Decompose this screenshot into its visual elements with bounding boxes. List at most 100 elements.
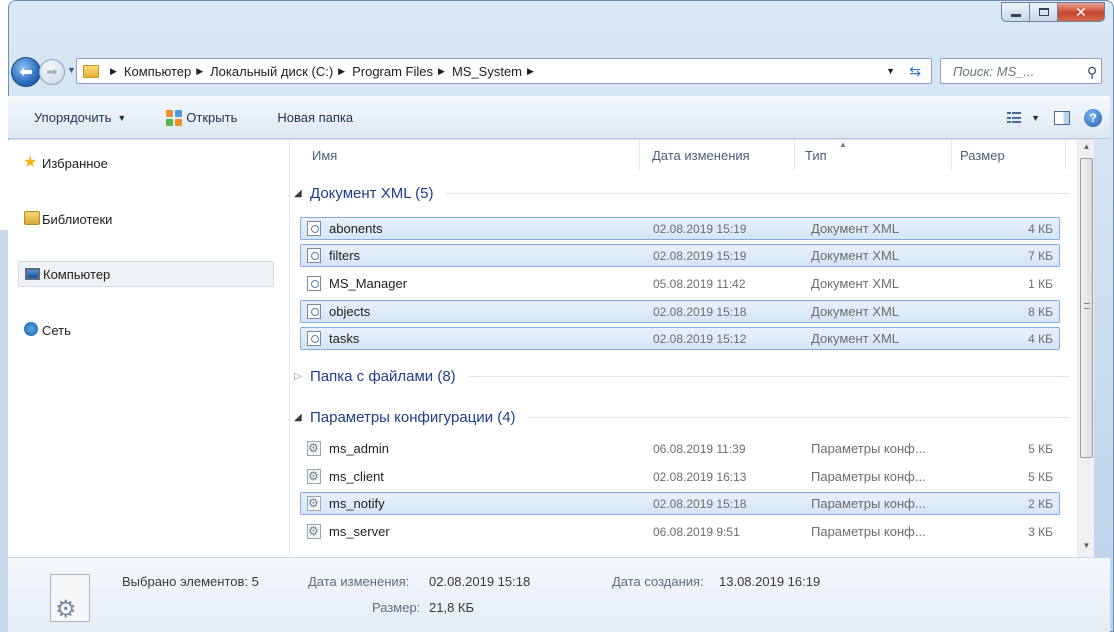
breadcrumb-local-disk[interactable]: Локальный диск (C:) [210, 64, 333, 79]
file-name: ms_client [329, 469, 384, 484]
view-details-icon [1007, 112, 1023, 124]
breadcrumb-ms-system[interactable]: MS_System [452, 64, 522, 79]
collapsed-triangle-icon[interactable]: ▷ [294, 371, 306, 382]
file-type: Документ XML [811, 304, 900, 319]
file-name: ms_notify [329, 496, 385, 511]
group-label: Параметры конфигурации (4) [310, 408, 516, 426]
address-bar[interactable]: ▶ Компьютер ▶ Локальный диск (C:) ▶ Prog… [76, 58, 932, 84]
search-input[interactable] [951, 62, 1071, 80]
column-header-size[interactable]: Размер [952, 140, 1066, 170]
refresh-icon[interactable]: ⇆ [909, 63, 921, 80]
column-header-label: Тип [805, 147, 827, 163]
scroll-down-icon[interactable]: ▼ [1080, 541, 1093, 555]
sidebar-item-computer[interactable]: Компьютер [18, 261, 274, 287]
column-header-name[interactable]: Имя [290, 140, 640, 170]
file-row[interactable]: filters 02.08.2019 15:19 Документ XML 7 … [300, 244, 1060, 267]
organize-button[interactable]: Упорядочить ▼ [34, 110, 126, 125]
change-view-button[interactable]: ▼ [1007, 112, 1040, 124]
config-file-large-icon [50, 574, 90, 624]
file-row[interactable]: abonents 02.08.2019 15:19 Документ XML 4… [300, 217, 1060, 240]
toolbar-right-group: ▼ ? [1007, 109, 1102, 127]
breadcrumb-chevron-icon[interactable]: ▶ [527, 66, 534, 77]
new-folder-button[interactable]: Новая папка [277, 110, 353, 125]
window-left-frame [0, 230, 8, 632]
expanded-triangle-icon[interactable]: ◢ [294, 412, 306, 423]
window-caption-buttons: ✕ [1001, 2, 1105, 22]
open-icon [166, 109, 183, 126]
address-dropdown-icon[interactable]: ▼ [886, 66, 895, 76]
minimize-icon [1010, 14, 1021, 17]
breadcrumb-computer[interactable]: Компьютер [124, 64, 191, 79]
scrollbar-thumb[interactable] [1080, 158, 1093, 458]
group-header-xml[interactable]: ◢ Документ XML (5) [290, 180, 1082, 206]
file-size: 4 КБ [1028, 222, 1053, 236]
breadcrumb-chevron-icon[interactable]: ▶ [438, 66, 445, 77]
network-icon [24, 322, 38, 336]
file-name: tasks [329, 331, 360, 346]
modified-value: 02.08.2019 15:18 [429, 574, 531, 589]
scroll-up-icon[interactable]: ▲ [1080, 142, 1093, 156]
grip-icon [1084, 303, 1090, 309]
breadcrumb-chevron-icon[interactable]: ▶ [110, 66, 117, 77]
close-button[interactable]: ✕ [1057, 2, 1105, 22]
file-row[interactable]: ms_notify 02.08.2019 15:18 Параметры кон… [300, 492, 1060, 515]
file-date: 02.08.2019 15:19 [653, 222, 747, 236]
created-value: 13.08.2019 16:19 [719, 574, 821, 589]
expanded-triangle-icon[interactable]: ◢ [294, 188, 306, 199]
back-button[interactable]: ⬅ [11, 57, 41, 87]
file-row[interactable]: objects 02.08.2019 15:18 Документ XML 8 … [300, 300, 1060, 323]
file-type: Параметры конф... [811, 524, 926, 539]
file-name: ms_admin [329, 441, 389, 456]
xml-file-icon [307, 304, 321, 319]
column-header-date[interactable]: Дата изменения [640, 140, 795, 170]
chevron-down-icon: ▼ [117, 112, 127, 123]
maximize-button[interactable] [1029, 2, 1057, 22]
xml-file-icon [307, 276, 321, 291]
selected-count: Выбрано элементов: 5 [122, 574, 259, 589]
file-type: Параметры конф... [811, 469, 926, 484]
help-icon[interactable]: ? [1084, 109, 1102, 127]
file-row[interactable]: ms_admin 06.08.2019 11:39 Параметры конф… [300, 437, 1060, 460]
sort-ascending-icon: ▲ [839, 140, 847, 149]
column-header-type[interactable]: ▲ Тип [795, 140, 952, 170]
file-size: 5 КБ [1028, 442, 1053, 456]
file-row[interactable]: ms_server 06.08.2019 9:51 Параметры конф… [300, 520, 1060, 543]
arrow-right-icon: ➡ [46, 64, 58, 79]
file-size: 1 КБ [1028, 277, 1053, 291]
breadcrumb-program-files[interactable]: Program Files [352, 64, 433, 79]
navigation-bar: ⬅ ➡ ▼ ▶ Компьютер ▶ Локальный диск (C:) … [8, 56, 1110, 87]
search-box[interactable]: ⚲ [940, 58, 1102, 84]
open-label: Открыть [186, 110, 238, 125]
sidebar-item-network[interactable]: Сеть [18, 317, 274, 343]
column-headers: Имя Дата изменения ▲ Тип Размер [290, 140, 1082, 170]
file-date: 02.08.2019 15:18 [653, 497, 747, 511]
file-row[interactable]: tasks 02.08.2019 15:12 Документ XML 4 КБ [300, 327, 1060, 350]
sidebar-item-label: Сеть [42, 322, 71, 338]
chevron-down-icon: ▼ [1031, 113, 1040, 123]
sidebar-item-libraries[interactable]: Библиотеки [18, 206, 274, 232]
command-toolbar: Упорядочить ▼ Открыть Новая папка ▼ ? [8, 96, 1110, 139]
breadcrumb-chevron-icon[interactable]: ▶ [196, 66, 203, 77]
minimize-button[interactable] [1001, 2, 1029, 22]
file-date: 02.08.2019 15:12 [653, 332, 747, 346]
file-row[interactable]: MS_Manager 05.08.2019 11:42 Документ XML… [300, 272, 1060, 295]
forward-button[interactable]: ➡ [39, 59, 65, 85]
file-date: 02.08.2019 15:19 [653, 249, 747, 263]
recent-pages-dropdown[interactable]: ▼ [67, 65, 76, 75]
open-button[interactable]: Открыть [166, 109, 238, 126]
close-icon: ✕ [1075, 3, 1087, 20]
group-divider [527, 416, 1070, 418]
file-size: 4 КБ [1028, 332, 1053, 346]
breadcrumb-chevron-icon[interactable]: ▶ [338, 66, 345, 77]
file-row[interactable]: ms_client 02.08.2019 16:13 Параметры кон… [300, 465, 1060, 488]
search-icon[interactable]: ⚲ [1087, 64, 1097, 81]
file-size: 8 КБ [1028, 305, 1053, 319]
sidebar-item-favorites[interactable]: ★ Избранное [18, 150, 274, 176]
size-key: Размер: [372, 600, 421, 615]
preview-pane-icon[interactable] [1054, 111, 1070, 125]
group-header-config[interactable]: ◢ Параметры конфигурации (4) [290, 404, 1082, 430]
group-header-folders[interactable]: ▷ Папка с файлами (8) [290, 363, 1082, 389]
file-size: 7 КБ [1028, 249, 1053, 263]
file-type: Документ XML [811, 248, 900, 263]
vertical-scrollbar[interactable]: ▲ ▼ [1077, 140, 1094, 557]
